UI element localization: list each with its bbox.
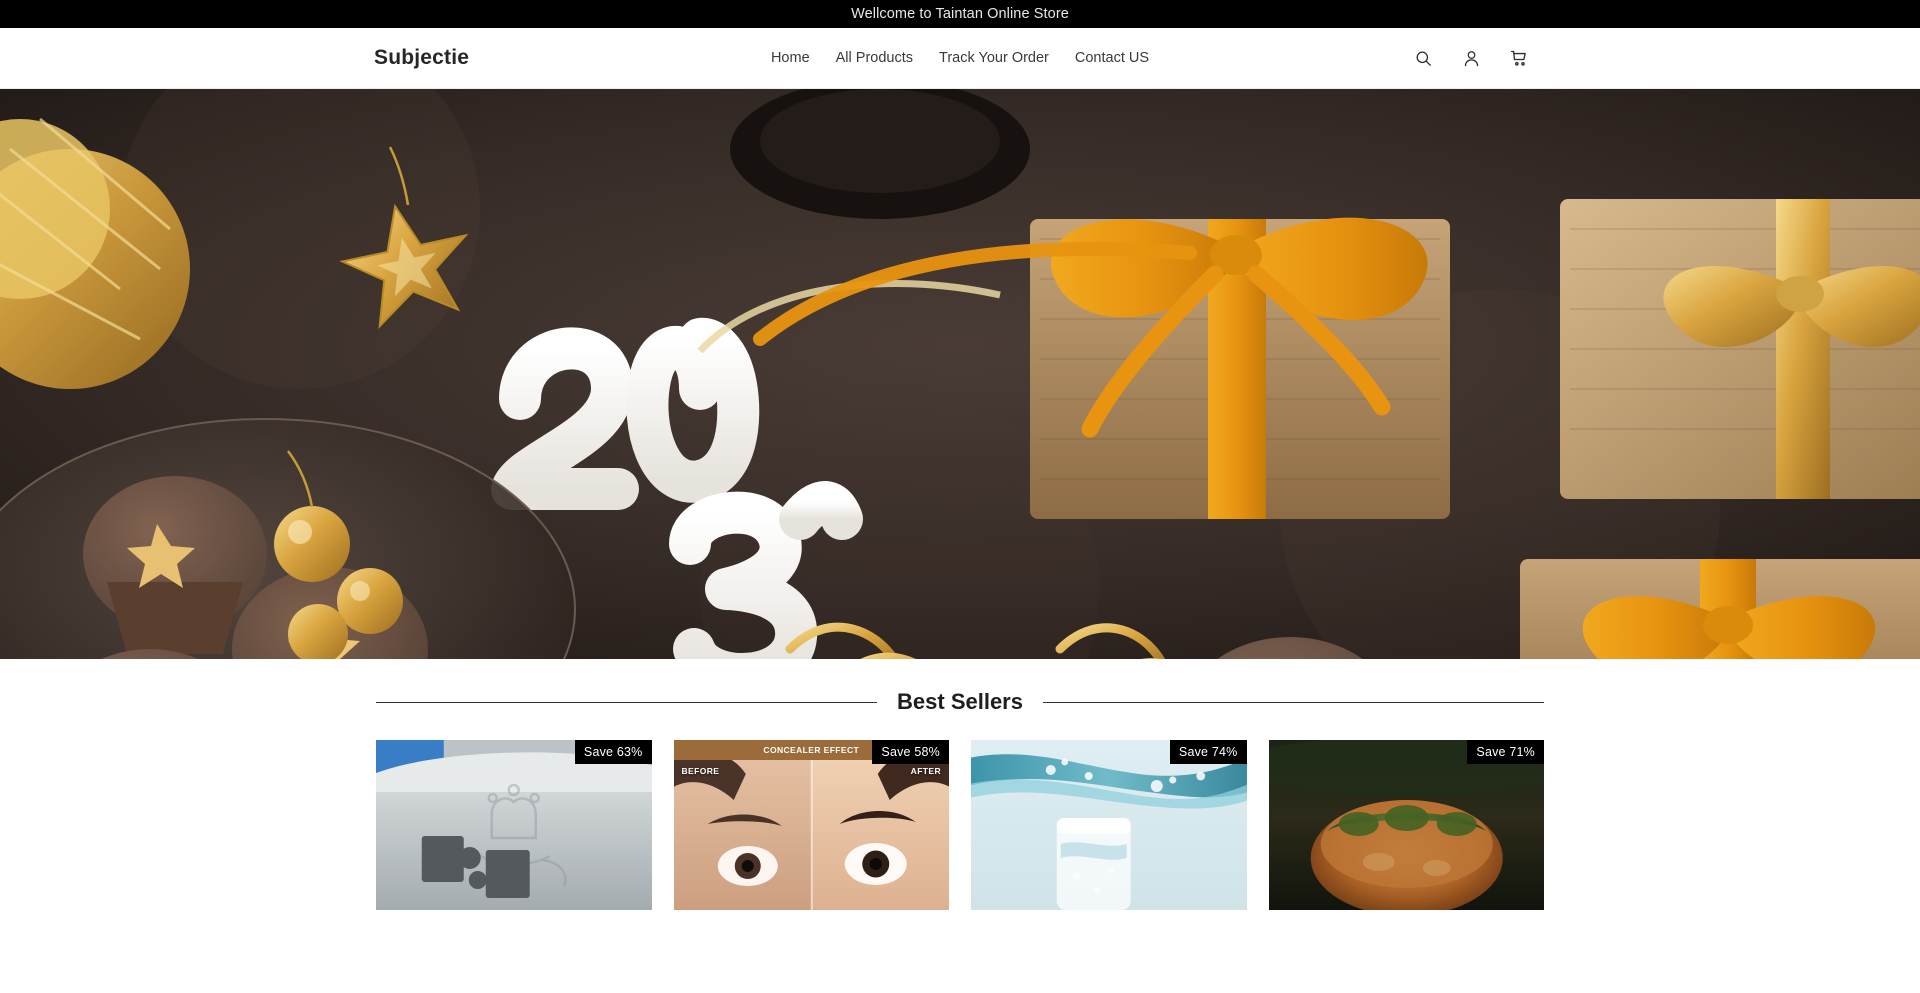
cart-icon[interactable] [1506,45,1532,71]
product-image-water-splash [971,740,1247,910]
main-navigation: Home All Products Track Your Order Conta… [771,50,1149,66]
heading-rule-right [1042,701,1544,703]
status-badge: Save 74% [1169,740,1247,764]
hero-image [0,89,1920,659]
nav-item-all-products[interactable]: All Products [836,50,913,66]
announcement-text: Wellcome to Taintan Online Store [851,6,1069,22]
hero-gift-right-bottom [1520,559,1920,659]
nav-item-home[interactable]: Home [771,50,810,66]
status-badge: Save 63% [574,740,652,764]
product-card[interactable]: CONCEALER EFFECT BEFORE AFTER Save 58% [673,740,949,910]
hero-banner[interactable] [0,89,1920,659]
header-actions [1410,45,1532,71]
page-title: Best Sellers [897,689,1023,714]
label-before: BEFORE [681,766,720,776]
product-card[interactable]: Save 74% [971,740,1247,910]
account-icon[interactable] [1458,45,1484,71]
nav-item-track-your-order[interactable]: Track Your Order [939,50,1049,66]
brand-logo[interactable]: Subjectie [374,46,469,70]
label-after: AFTER [910,766,941,776]
product-image-car-decal [376,740,652,910]
hero-gift-right-top [1560,199,1920,499]
product-card[interactable]: Save 63% [376,740,652,910]
status-badge: Save 71% [1467,740,1544,764]
status-badge: Save 58% [872,740,949,764]
announcement-bar: Wellcome to Taintan Online Store [0,0,1920,28]
site-header: Subjectie Home All Products Track Your O… [0,28,1920,89]
heading-rule-left [376,701,878,703]
section-heading-row: Best Sellers [376,689,1544,715]
product-card[interactable]: Save 71% [1268,740,1544,910]
nav-item-contact-us[interactable]: Contact US [1075,50,1149,66]
product-image-amber-product [1268,740,1544,910]
product-image-concealer: CONCEALER EFFECT BEFORE AFTER [673,740,949,910]
product-grid: Save 63% CONCEALER EFFECT BEFORE AFTER S… [376,740,1544,910]
search-icon[interactable] [1410,45,1436,71]
best-sellers-section: Best Sellers Save 63% CONCEALER EFFECT B… [0,659,1920,910]
